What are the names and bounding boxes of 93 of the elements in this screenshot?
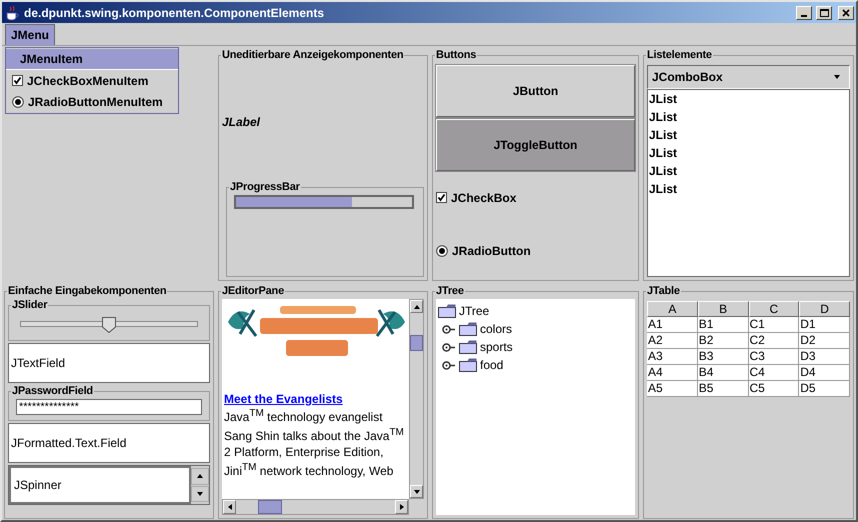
text-field[interactable]: JTextField	[8, 343, 210, 383]
table-cell: B5	[698, 381, 748, 397]
down-arrow-icon	[196, 490, 204, 498]
window-title: de.dpunkt.swing.komponenten.ComponentElements	[24, 6, 326, 20]
expand-handle[interactable]	[442, 342, 456, 352]
table-cell: D1	[799, 317, 850, 333]
up-arrow-icon	[196, 472, 204, 480]
push-button[interactable]: JButton	[436, 65, 635, 117]
list-item[interactable]: JList	[648, 92, 849, 110]
slider-thumb[interactable]	[102, 317, 116, 333]
table-cell: B2	[698, 333, 748, 349]
spinner-field[interactable]: JSpinner	[9, 466, 191, 504]
table-cell: D2	[799, 333, 850, 349]
column-header[interactable]: D	[799, 301, 850, 317]
column-header[interactable]: A	[647, 301, 698, 317]
table-cell: C2	[748, 333, 800, 349]
close-button[interactable]	[838, 6, 854, 20]
tree-node[interactable]: food	[480, 358, 504, 372]
table-cell: C3	[748, 349, 800, 365]
password-field[interactable]: **************	[16, 399, 202, 415]
list-item[interactable]: JList	[648, 128, 849, 146]
checkbox-label[interactable]: JCheckBox	[451, 190, 516, 204]
column-header[interactable]: B	[698, 301, 748, 317]
table-cell: B4	[698, 365, 748, 381]
minimize-button[interactable]	[796, 6, 812, 20]
left-arrow-icon	[226, 503, 234, 511]
minimize-icon	[801, 14, 807, 16]
menu-item[interactable]: JCheckBoxMenuItem	[27, 74, 148, 88]
folder-icon	[438, 304, 456, 318]
panel-title: Einfache Eingabekomponenten	[7, 285, 168, 297]
panel-title: JTree	[435, 285, 465, 297]
panel-title: JSlider	[11, 299, 48, 311]
maximize-button[interactable]	[816, 6, 832, 20]
spin-up-button[interactable]	[191, 468, 209, 484]
panel-title: JEditorPane	[221, 285, 285, 297]
list-item[interactable]: JList	[648, 110, 849, 128]
table-cell: A3	[647, 349, 698, 365]
evangelists-link[interactable]: Meet the Evangelists	[224, 392, 343, 406]
folder-icon	[459, 340, 477, 354]
label-text: JLabel	[222, 115, 262, 129]
column-header[interactable]: C	[748, 301, 800, 317]
expand-handle[interactable]	[442, 324, 456, 334]
checkbox[interactable]	[436, 192, 447, 203]
list-item[interactable]: JList	[648, 146, 849, 164]
tree-node[interactable]: sports	[480, 340, 513, 354]
table-cell: B1	[698, 317, 748, 333]
table-cell: C4	[748, 365, 800, 381]
radio-button[interactable]	[12, 96, 24, 108]
combo-box[interactable]: JComboBox	[647, 65, 850, 89]
radio-label[interactable]: JRadioButton	[452, 244, 531, 258]
table-cell: A2	[647, 333, 698, 349]
menu-item[interactable]: JRadioButtonMenuItem	[28, 94, 163, 108]
menu-title[interactable]: JMenu	[5, 24, 56, 45]
down-arrow-icon	[412, 488, 420, 496]
panel-title: JTable	[646, 285, 681, 297]
list-item[interactable]: JList	[648, 182, 849, 200]
tree-node[interactable]: colors	[480, 322, 512, 336]
scroll-thumb[interactable]	[258, 500, 282, 514]
panel-title: Uneditierbare Anzeigekomponenten	[221, 49, 404, 61]
close-icon	[842, 8, 850, 16]
checkbox[interactable]	[12, 75, 23, 86]
table-cell: C5	[748, 381, 800, 397]
scroll-thumb[interactable]	[410, 335, 423, 351]
menu-item[interactable]: JMenuItem	[6, 49, 178, 70]
radio-button[interactable]	[436, 244, 448, 256]
table-cell: D3	[799, 349, 850, 365]
maximize-icon	[820, 8, 828, 16]
spin-down-button[interactable]	[191, 486, 209, 502]
panel-title: JProgressBar	[229, 181, 301, 193]
folder-icon	[459, 358, 477, 372]
dropdown-arrow-icon	[833, 73, 841, 81]
coffee-cup-icon	[4, 4, 20, 20]
panel-title: JPasswordField	[11, 385, 94, 397]
vertical-scrollbar[interactable]	[409, 299, 424, 499]
table-cell: C1	[748, 317, 800, 333]
table-cell: A1	[647, 317, 698, 333]
folder-icon	[459, 322, 477, 336]
toggle-button[interactable]: JToggleButton	[436, 119, 635, 171]
table-cell: A5	[647, 381, 698, 397]
tree-node[interactable]: JTree	[459, 304, 490, 318]
horizontal-scrollbar[interactable]	[222, 499, 409, 515]
formatted-text-field[interactable]: JFormatted.Text.Field	[8, 423, 210, 463]
panel-title: Listelemente	[646, 49, 713, 61]
right-arrow-icon	[398, 503, 406, 511]
panel-title: Buttons	[435, 49, 478, 61]
table-cell: B3	[698, 349, 748, 365]
table-cell: D4	[799, 365, 850, 381]
table-cell: A4	[647, 365, 698, 381]
up-arrow-icon	[412, 302, 420, 310]
list-item[interactable]: JList	[648, 164, 849, 182]
paragraph: Java$^{TM}$ technology evangelist Sang Shin talks about the Java$^{TM}$ 2 Platform, Enterprise Edition, Jini$^{TM}$ network technology, Web	[224, 407, 405, 479]
expand-handle[interactable]	[442, 360, 456, 370]
table-cell: D5	[799, 381, 850, 397]
